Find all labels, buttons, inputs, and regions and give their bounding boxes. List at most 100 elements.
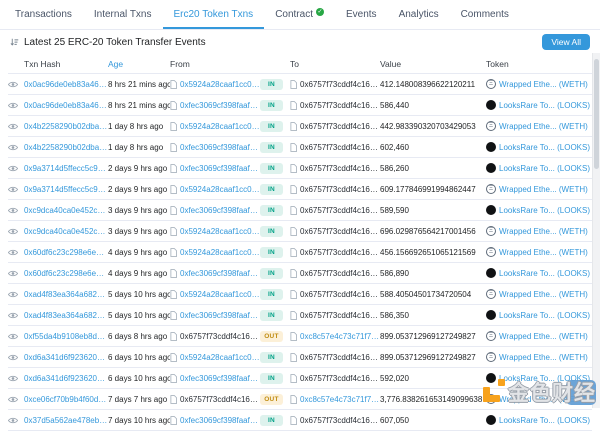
txn-hash-link[interactable]: 0x0ac96de0eb83a46efd... [24, 80, 108, 89]
view-all-button[interactable]: View All [542, 34, 590, 50]
token-link[interactable]: Wrapped Ethe... (WETH) [499, 122, 588, 131]
direction-badge: IN [260, 373, 283, 384]
txn-hash-link[interactable]: 0xd6a341d6f923620de8... [24, 374, 108, 383]
eye-preview-icon[interactable] [8, 396, 18, 403]
eye-preview-icon[interactable] [8, 144, 18, 151]
from-address-link[interactable]: 0x5924a28caaf1cc01661... [180, 290, 260, 299]
from-address-link[interactable]: 0x5924a28caaf1cc01661... [180, 185, 260, 194]
token-link[interactable]: Wrapped Ethe... (WETH) [499, 185, 588, 194]
txn-hash-link[interactable]: 0xf55da4b9108eb8d0b2... [24, 332, 108, 341]
from-address-link[interactable]: 0x5924a28caaf1cc01661... [180, 80, 260, 89]
txn-hash-link[interactable]: 0xad4f83ea364a682214... [24, 290, 108, 299]
from-address-link[interactable]: 0xfec3069cf398faaf689c... [180, 164, 260, 173]
from-address-link[interactable]: 0xfec3069cf398faaf689c... [180, 143, 260, 152]
age-text: 4 days 9 hrs ago [108, 269, 167, 278]
txn-hash-link[interactable]: 0x0ac96de0eb83a46efd... [24, 101, 108, 110]
token-link[interactable]: Wrapped Ethe... (WETH) [499, 290, 588, 299]
token-link[interactable]: LooksRare To... (LOOKS) [499, 143, 590, 152]
age-text: 6 days 10 hrs ago [108, 374, 170, 383]
eye-preview-icon[interactable] [8, 228, 18, 235]
token-link[interactable]: Wrapped Ethe... (WETH) [499, 248, 588, 257]
from-address-link[interactable]: 0x5924a28caaf1cc01661... [180, 122, 260, 131]
eye-preview-icon[interactable] [8, 207, 18, 214]
txn-hash-link[interactable]: 0xce06cf70b9b4f60d335... [24, 395, 108, 404]
token-link[interactable]: Wrapped Ethe... (WETH) [499, 353, 588, 362]
tab-transactions[interactable]: Transactions [4, 0, 83, 29]
section-title: Latest 25 ERC-20 Token Transfer Events [24, 37, 206, 48]
value-text: 589,590 [380, 206, 409, 215]
txn-hash-link[interactable]: 0x37d5a562ae478eb242... [24, 416, 108, 425]
document-icon [170, 101, 177, 110]
header-age-sort[interactable]: Age [108, 59, 170, 69]
from-address-link[interactable]: 0x5924a28caaf1cc01661... [180, 353, 260, 362]
scrollbar-track[interactable] [592, 53, 600, 408]
eye-preview-icon[interactable] [8, 249, 18, 256]
from-address-link[interactable]: 0x5924a28caaf1cc01661... [180, 248, 260, 257]
txn-hash-link[interactable]: 0x60df6c23c298e6e39a... [24, 269, 108, 278]
to-address-link: 0x6757f73cddf4c161712... [300, 227, 380, 236]
to-address-link: 0x6757f73cddf4c161712... [300, 164, 380, 173]
document-icon [170, 332, 177, 341]
tab-bar: Transactions Internal Txns Erc20 Token T… [0, 0, 600, 30]
txn-hash-link[interactable]: 0x9a3714d5ffecc5c9812... [24, 164, 108, 173]
from-address-link[interactable]: 0xfec3069cf398faaf689c... [180, 206, 260, 215]
token-link[interactable]: Wrapped Ethe... (WETH) [499, 80, 588, 89]
token-link[interactable]: Wrapped Ethe... (WETH) [499, 227, 588, 236]
document-icon [290, 374, 297, 383]
eye-preview-icon[interactable] [8, 333, 18, 340]
tab-comments[interactable]: Comments [450, 0, 520, 29]
token-link[interactable]: LooksRare To... (LOOKS) [499, 311, 590, 320]
eye-preview-icon[interactable] [8, 291, 18, 298]
eye-preview-icon[interactable] [8, 81, 18, 88]
txn-hash-link[interactable]: 0xad4f83ea364a682214... [24, 311, 108, 320]
from-address-link[interactable]: 0xfec3069cf398faaf689c... [180, 416, 260, 425]
tab-erc20-token-txns[interactable]: Erc20 Token Txns [163, 0, 265, 29]
from-address-link[interactable]: 0xfec3069cf398faaf689c... [180, 269, 260, 278]
token-icon [486, 310, 496, 320]
eye-preview-icon[interactable] [8, 123, 18, 130]
direction-badge: IN [260, 184, 283, 195]
eye-preview-icon[interactable] [8, 270, 18, 277]
from-address-link[interactable]: 0xfec3069cf398faaf689c... [180, 374, 260, 383]
tab-internal-txns[interactable]: Internal Txns [83, 0, 163, 29]
token-link[interactable]: LooksRare To... (LOOKS) [499, 164, 590, 173]
direction-badge: IN [260, 142, 283, 153]
txn-hash-link[interactable]: 0x4b2258290b02dbad44... [24, 143, 108, 152]
eye-preview-icon[interactable] [8, 375, 18, 382]
txn-hash-link[interactable]: 0x60df6c23c298e6e39a... [24, 248, 108, 257]
to-address-link: 0x6757f73cddf4c161712... [300, 416, 380, 425]
txn-hash-link[interactable]: 0xd6a341d6f923620de8... [24, 353, 108, 362]
tab-label: Events [346, 9, 377, 20]
tab-events[interactable]: Events [335, 0, 388, 29]
from-address-link[interactable]: 0xfec3069cf398faaf689c... [180, 101, 260, 110]
token-link[interactable]: Wrapped Ethe... (WETH) [499, 332, 588, 341]
tab-analytics[interactable]: Analytics [388, 0, 450, 29]
document-icon [170, 374, 177, 383]
eye-preview-icon[interactable] [8, 312, 18, 319]
verified-check-icon: ✓ [316, 8, 324, 16]
to-address-link: 0x6757f73cddf4c161712... [300, 353, 380, 362]
eye-preview-icon[interactable] [8, 186, 18, 193]
eye-preview-icon[interactable] [8, 165, 18, 172]
token-link[interactable]: LooksRare To... (LOOKS) [499, 101, 590, 110]
to-address-link[interactable]: 0xc8c57e4c73c71f72ca0... [300, 395, 380, 404]
token-link[interactable]: LooksRare To... (LOOKS) [499, 206, 590, 215]
eye-preview-icon[interactable] [8, 354, 18, 361]
token-icon [486, 142, 496, 152]
txn-hash-link[interactable]: 0xc9dca40ca0e452caa5... [24, 227, 108, 236]
from-address-link[interactable]: 0x5924a28caaf1cc01661... [180, 227, 260, 236]
txn-hash-link[interactable]: 0x9a3714d5ffecc5c9812... [24, 185, 108, 194]
tab-contract[interactable]: Contract ✓ [264, 0, 335, 29]
from-address-link[interactable]: 0xfec3069cf398faaf689c... [180, 311, 260, 320]
document-icon [170, 206, 177, 215]
token-link[interactable]: LooksRare To... (LOOKS) [499, 416, 590, 425]
scrollbar-thumb[interactable] [594, 59, 599, 169]
eye-preview-icon[interactable] [8, 102, 18, 109]
eye-preview-icon[interactable] [8, 417, 18, 424]
tab-label: Internal Txns [94, 9, 152, 20]
to-address-link[interactable]: 0xc8c57e4c73c71f72ca0... [300, 332, 380, 341]
table-row: 0xc9dca40ca0e452caa5... 3 days 9 hrs ago… [8, 200, 592, 221]
txn-hash-link[interactable]: 0x4b2258290b02dbad44... [24, 122, 108, 131]
token-link[interactable]: LooksRare To... (LOOKS) [499, 269, 590, 278]
txn-hash-link[interactable]: 0xc9dca40ca0e452caa5... [24, 206, 108, 215]
